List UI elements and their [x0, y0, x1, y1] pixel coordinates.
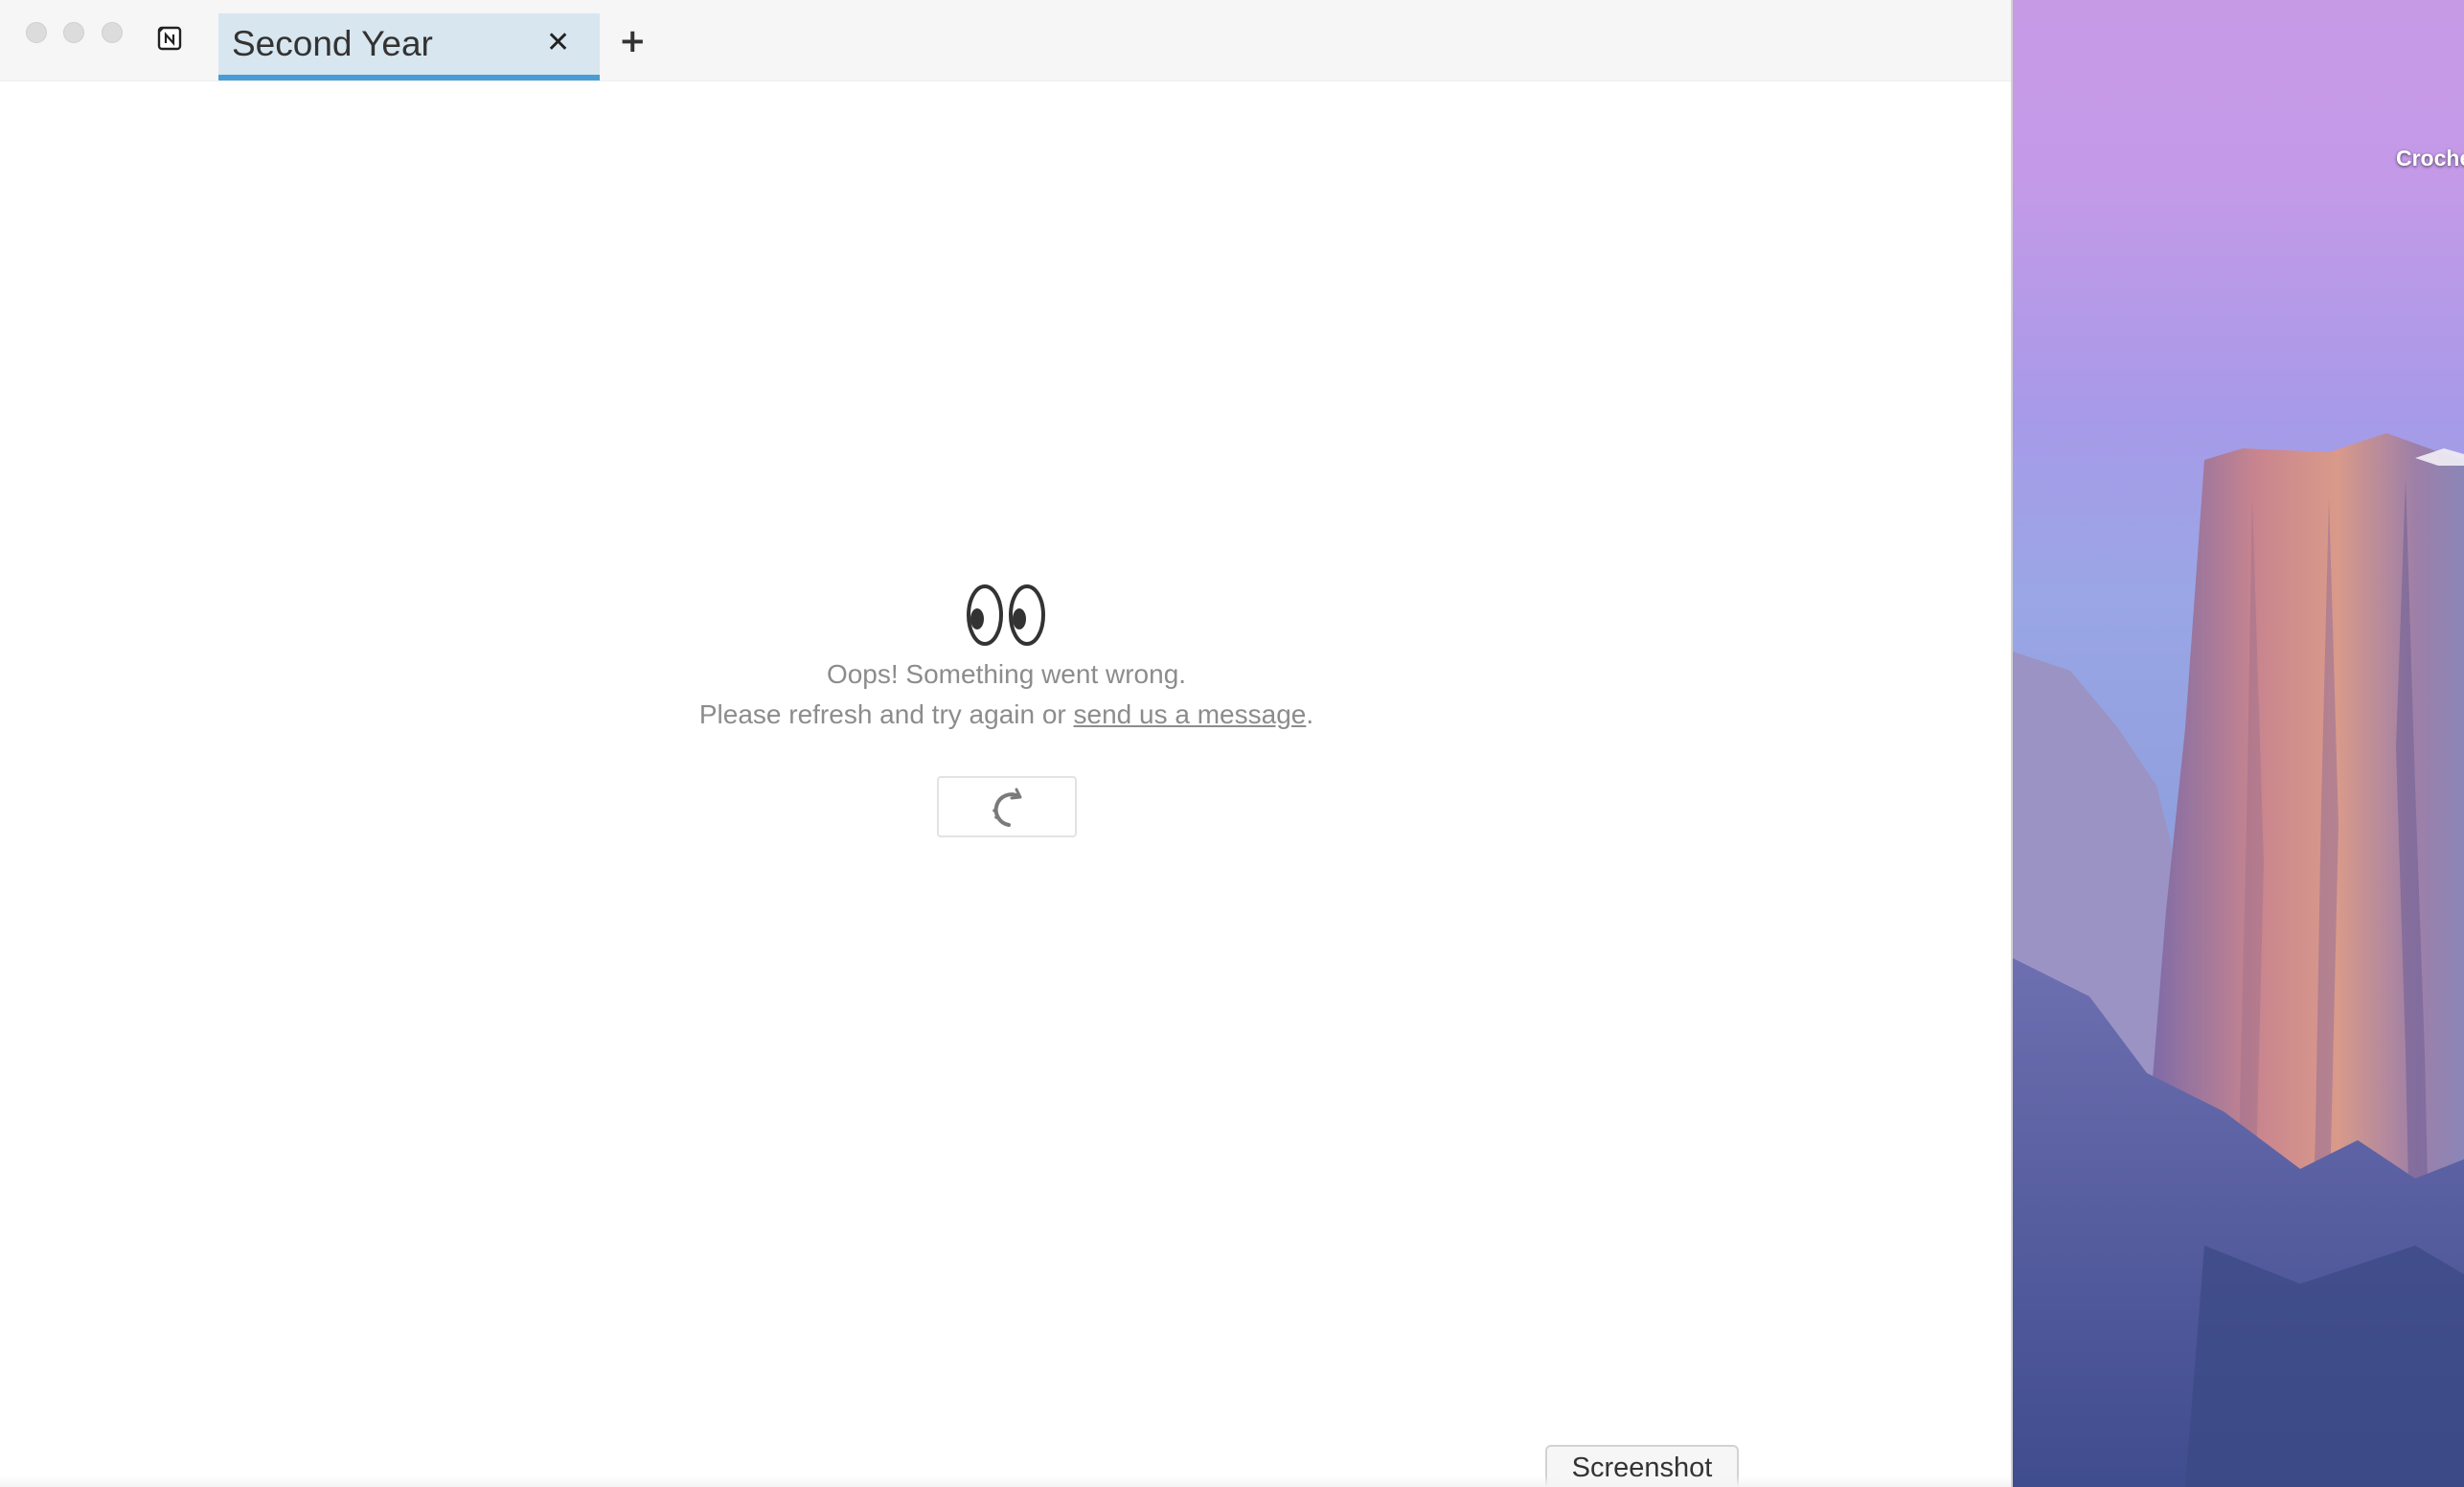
error-message: Oops! Something went wrong. Please refre…: [0, 581, 2013, 735]
cat-icon: [2458, 13, 2464, 128]
window-close-button[interactable]: [26, 22, 47, 43]
send-message-link[interactable]: send us a message: [1074, 699, 1307, 729]
desktop: Crochet Patter: [2013, 0, 2464, 1487]
notion-app-icon[interactable]: [156, 25, 183, 52]
error-instructions-suffix: .: [1306, 699, 1314, 729]
error-title: Oops! Something went wrong.: [826, 659, 1187, 689]
window-maximize-button[interactable]: [102, 22, 123, 43]
refresh-button[interactable]: [937, 776, 1077, 837]
new-tab-button[interactable]: +: [619, 25, 647, 57]
app-window: Second Year ✕ + Oops! Something went wro…: [0, 0, 2013, 1487]
tab-second-year[interactable]: Second Year ✕: [218, 13, 600, 80]
error-instructions: Please refresh and try again or send us …: [0, 695, 2013, 735]
desktop-wallpaper: [2013, 433, 2464, 1487]
error-instructions-prefix: Please refresh and try again or: [698, 699, 1074, 729]
bottom-edge: [0, 1476, 2011, 1487]
tab-close-icon[interactable]: ✕: [546, 29, 570, 57]
window-minimize-button[interactable]: [63, 22, 84, 43]
title-bar: Second Year ✕ +: [0, 0, 2011, 81]
desktop-file-label: Crochet Patter: [2396, 146, 2464, 171]
refresh-icon: [992, 788, 1022, 827]
eyes-icon: [966, 584, 1045, 646]
tab-label: Second Year: [232, 24, 433, 63]
